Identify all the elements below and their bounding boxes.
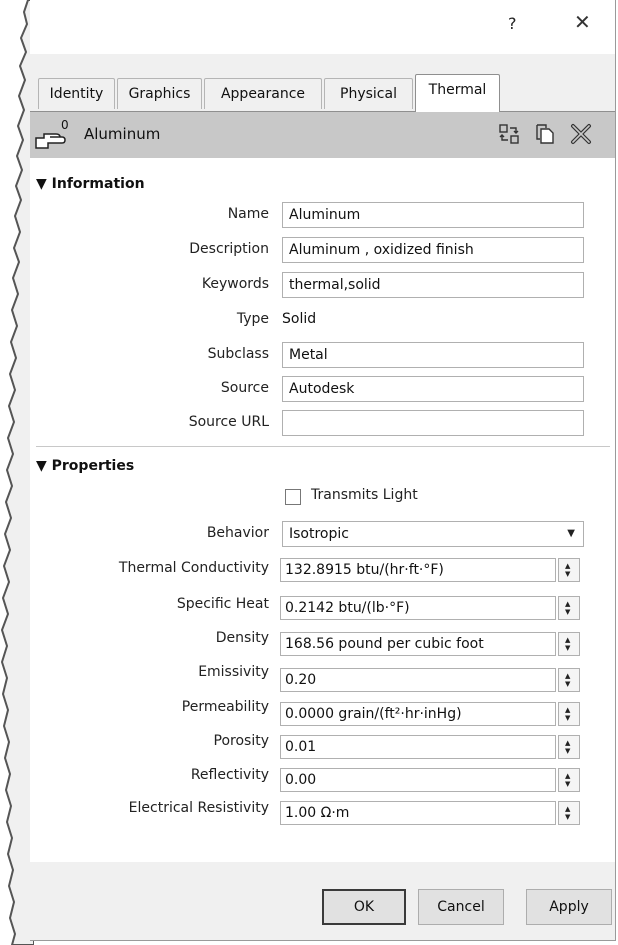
density-field[interactable]: 168.56 pound per cubic foot bbox=[280, 632, 556, 656]
spin-button[interactable]: ▲ ▼ bbox=[558, 632, 580, 656]
information-section-header[interactable]: ▼ Information bbox=[36, 176, 145, 192]
description-field[interactable]: Aluminum , oxidized finish bbox=[282, 237, 584, 263]
property-label: Porosity bbox=[213, 733, 269, 749]
remove-asset-icon[interactable] bbox=[570, 123, 592, 145]
reflectivity-field[interactable]: 0.00 bbox=[280, 768, 556, 792]
tab-appearance[interactable]: Appearance bbox=[204, 78, 322, 109]
type-label: Type bbox=[236, 311, 269, 327]
chevron-down-icon: ▼ bbox=[567, 528, 575, 539]
spin-up-icon: ▲ bbox=[565, 805, 571, 813]
replace-asset-icon[interactable] bbox=[498, 123, 520, 145]
spin-button[interactable]: ▲ ▼ bbox=[558, 702, 580, 726]
tab-physical[interactable]: Physical bbox=[324, 78, 413, 109]
ok-button[interactable]: OK bbox=[322, 889, 406, 925]
property-label: Reflectivity bbox=[190, 767, 269, 783]
electrical-resistivity-field[interactable]: 1.00 Ω·m bbox=[280, 801, 556, 825]
section-divider bbox=[36, 446, 610, 447]
spin-up-icon: ▲ bbox=[565, 636, 571, 644]
spin-down-icon: ▼ bbox=[565, 608, 571, 616]
spin-button[interactable]: ▲ ▼ bbox=[558, 668, 580, 692]
spin-up-icon: ▲ bbox=[565, 600, 571, 608]
tab-graphics[interactable]: Graphics bbox=[117, 78, 202, 109]
dialog-footer: OK Cancel Apply bbox=[30, 862, 615, 940]
thermal-panel: 0 Aluminum ▼ Information Name Aluminum D… bbox=[30, 111, 615, 862]
asset-count: 0 bbox=[61, 118, 69, 132]
spin-down-icon: ▼ bbox=[565, 680, 571, 688]
title-bar: ? ✕ bbox=[30, 0, 615, 54]
spin-up-icon: ▲ bbox=[565, 739, 571, 747]
close-button[interactable]: ✕ bbox=[574, 10, 591, 34]
emissivity-field[interactable]: 0.20 bbox=[280, 668, 556, 692]
spin-down-icon: ▼ bbox=[565, 714, 571, 722]
spin-down-icon: ▼ bbox=[565, 747, 571, 755]
apply-button[interactable]: Apply bbox=[526, 889, 612, 925]
properties-section-header[interactable]: ▼ Properties bbox=[36, 458, 134, 474]
material-browser-dialog: ? ✕ Identity Graphics Appearance Physica… bbox=[30, 0, 616, 941]
name-label: Name bbox=[227, 206, 269, 222]
behavior-select[interactable]: Isotropic ▼ bbox=[282, 521, 584, 547]
spin-down-icon: ▼ bbox=[565, 644, 571, 652]
duplicate-asset-icon[interactable] bbox=[534, 123, 556, 145]
keywords-field[interactable]: thermal,solid bbox=[282, 272, 584, 298]
property-label: Emissivity bbox=[198, 664, 269, 680]
source-url-field[interactable] bbox=[282, 410, 584, 436]
thermal-conductivity-field[interactable]: 132.8915 btu/(hr·ft·°F) bbox=[280, 558, 556, 582]
spin-down-icon: ▼ bbox=[565, 570, 571, 578]
behavior-value: Isotropic bbox=[289, 526, 349, 542]
property-label: Electrical Resistivity bbox=[128, 800, 269, 816]
source-label: Source bbox=[220, 380, 269, 396]
source-url-label: Source URL bbox=[188, 414, 269, 430]
spin-up-icon: ▲ bbox=[565, 672, 571, 680]
torn-edge bbox=[0, 0, 34, 945]
spin-down-icon: ▼ bbox=[565, 813, 571, 821]
spin-button[interactable]: ▲ ▼ bbox=[558, 801, 580, 825]
property-label: Permeability bbox=[181, 699, 269, 715]
spin-up-icon: ▲ bbox=[565, 706, 571, 714]
tab-identity[interactable]: Identity bbox=[38, 78, 115, 109]
transmits-light-label: Transmits Light bbox=[311, 487, 418, 503]
subclass-label: Subclass bbox=[207, 346, 269, 362]
behavior-label: Behavior bbox=[206, 525, 269, 541]
property-label: Specific Heat bbox=[176, 596, 269, 612]
spin-up-icon: ▲ bbox=[565, 562, 571, 570]
name-field[interactable]: Aluminum bbox=[282, 202, 584, 228]
asset-name: Aluminum bbox=[84, 125, 161, 143]
porosity-field[interactable]: 0.01 bbox=[280, 735, 556, 759]
property-label: Thermal Conductivity bbox=[118, 560, 269, 576]
type-value: Solid bbox=[282, 311, 317, 327]
subclass-field[interactable]: Metal bbox=[282, 342, 584, 368]
help-button[interactable]: ? bbox=[508, 14, 517, 33]
tab-thermal[interactable]: Thermal bbox=[415, 74, 500, 112]
spin-button[interactable]: ▲ ▼ bbox=[558, 768, 580, 792]
source-field[interactable]: Autodesk bbox=[282, 376, 584, 402]
spin-down-icon: ▼ bbox=[565, 780, 571, 788]
cancel-button[interactable]: Cancel bbox=[418, 889, 504, 925]
specific-heat-field[interactable]: 0.2142 btu/(lb·°F) bbox=[280, 596, 556, 620]
spin-up-icon: ▲ bbox=[565, 772, 571, 780]
spin-button[interactable]: ▲ ▼ bbox=[558, 558, 580, 582]
description-label: Description bbox=[189, 241, 269, 257]
spin-button[interactable]: ▲ ▼ bbox=[558, 735, 580, 759]
property-label: Density bbox=[215, 630, 269, 646]
transmits-light-checkbox[interactable] bbox=[285, 489, 301, 505]
spin-button[interactable]: ▲ ▼ bbox=[558, 596, 580, 620]
permeability-field[interactable]: 0.0000 grain/(ft²·hr·inHg) bbox=[280, 702, 556, 726]
asset-header: 0 Aluminum bbox=[30, 112, 615, 158]
keywords-label: Keywords bbox=[201, 276, 269, 292]
